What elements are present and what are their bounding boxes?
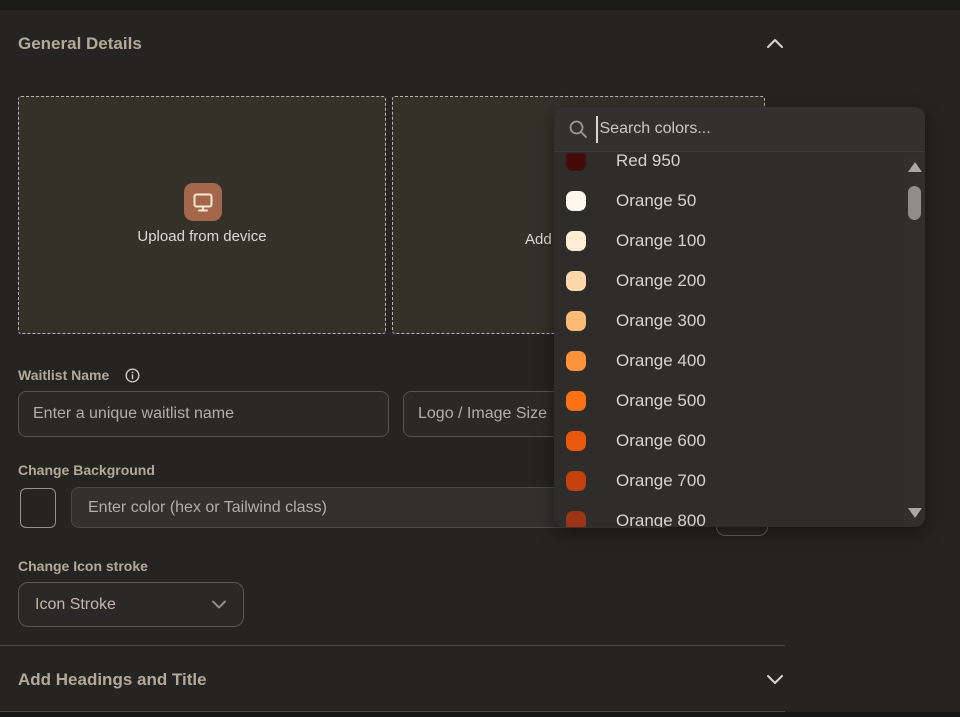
color-name: Orange 300 <box>616 311 706 331</box>
color-option[interactable]: Orange 100 <box>554 221 904 261</box>
scrollbar-track[interactable] <box>904 153 925 527</box>
color-swatch <box>566 271 586 291</box>
color-option[interactable]: Orange 700 <box>554 461 904 501</box>
upload-device-dropzone[interactable]: Upload from device <box>18 96 386 334</box>
color-option[interactable]: Orange 300 <box>554 301 904 341</box>
color-option[interactable]: Orange 600 <box>554 421 904 461</box>
waitlist-name-input[interactable] <box>18 391 389 437</box>
top-edge-strip <box>0 0 960 10</box>
scrollbar-thumb[interactable] <box>908 186 921 220</box>
scroll-up-button[interactable] <box>904 157 925 177</box>
color-list-viewport: Red 950 Orange 50 Orange 100 Orange 200 Oran… <box>554 153 904 527</box>
color-name: Orange 600 <box>616 431 706 451</box>
color-swatch <box>566 351 586 371</box>
triangle-up-icon <box>908 162 922 172</box>
page-title: General Details <box>18 34 142 54</box>
color-list: Red 950 Orange 50 Orange 100 Orange 200 Oran… <box>554 153 904 527</box>
chevron-up-icon[interactable] <box>765 37 785 51</box>
text-cursor <box>596 116 598 143</box>
icon-stroke-value: Icon Stroke <box>35 596 211 614</box>
color-swatch <box>566 191 586 211</box>
color-swatch <box>566 511 586 527</box>
color-swatch <box>566 391 586 411</box>
color-name: Red 950 <box>616 153 680 171</box>
color-swatch <box>566 153 586 171</box>
color-option[interactable]: Orange 200 <box>554 261 904 301</box>
background-color-swatch[interactable] <box>20 488 56 528</box>
color-name: Orange 700 <box>616 471 706 491</box>
color-swatch <box>566 431 586 451</box>
color-option[interactable]: Red 950 <box>554 153 904 181</box>
chevron-down-icon <box>211 599 227 610</box>
general-details-header[interactable]: General Details <box>0 28 785 60</box>
color-swatch <box>566 231 586 251</box>
color-name: Orange 800 <box>616 511 706 527</box>
color-search-bar <box>554 107 925 152</box>
chevron-down-icon[interactable] <box>765 672 785 686</box>
icon-stroke-select[interactable]: Icon Stroke <box>18 582 244 627</box>
info-icon[interactable] <box>125 368 140 383</box>
color-option[interactable]: Orange 400 <box>554 341 904 381</box>
triangle-down-icon <box>908 508 922 518</box>
color-name: Orange 100 <box>616 231 706 251</box>
change-background-label: Change Background <box>18 462 155 478</box>
add-headings-header[interactable]: Add Headings and Title <box>0 664 785 696</box>
color-option[interactable]: Orange 800 <box>554 501 904 527</box>
add-headings-title: Add Headings and Title <box>18 670 207 690</box>
color-option[interactable]: Orange 500 <box>554 381 904 421</box>
change-icon-stroke-label: Change Icon stroke <box>18 558 148 574</box>
scroll-down-button[interactable] <box>904 503 925 523</box>
color-search-input[interactable] <box>600 120 926 138</box>
section-divider <box>0 645 785 646</box>
upload-device-label: Upload from device <box>19 228 385 245</box>
monitor-icon <box>184 183 222 221</box>
color-name: Orange 500 <box>616 391 706 411</box>
color-dropdown-panel: Red 950 Orange 50 Orange 100 Orange 200 Oran… <box>554 107 925 527</box>
general-details-panel: General Details Upload from device Add W… <box>0 0 960 717</box>
search-icon <box>568 119 588 139</box>
waitlist-name-label: Waitlist Name <box>18 367 109 383</box>
color-name: Orange 200 <box>616 271 706 291</box>
color-swatch <box>566 311 586 331</box>
color-name: Orange 400 <box>616 351 706 371</box>
upload-background-label: Add <box>525 231 552 248</box>
color-swatch <box>566 471 586 491</box>
color-option[interactable]: Orange 50 <box>554 181 904 221</box>
bottom-edge-strip <box>0 712 960 717</box>
color-name: Orange 50 <box>616 191 696 211</box>
